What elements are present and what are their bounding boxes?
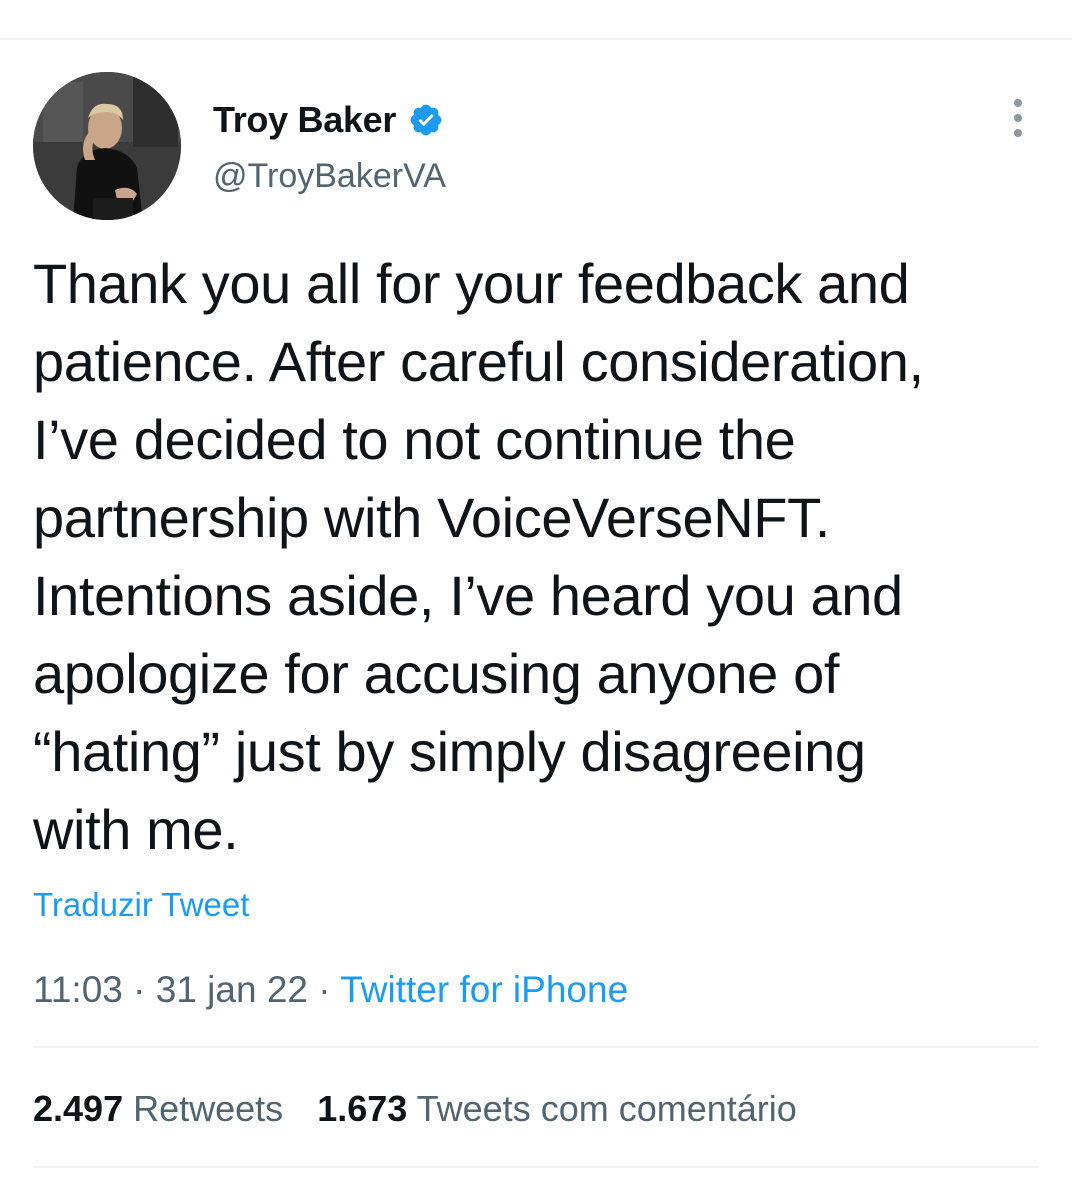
more-options-button[interactable]: [998, 96, 1038, 140]
top-divider: [0, 38, 1072, 40]
quote-tweets-count: 1.673: [317, 1088, 408, 1129]
more-dot: [1014, 114, 1022, 122]
tweet-time[interactable]: 11:03: [33, 969, 123, 1010]
author-handle[interactable]: @TroyBakerVA: [213, 157, 446, 196]
tweet-detail-page: Troy Baker @TroyBakerVA Thank you all fo…: [0, 0, 1072, 1200]
tweet-stats: 2.497 Retweets 1.673 Tweets com comentár…: [33, 1088, 797, 1130]
author-name-row: Troy Baker: [213, 98, 444, 142]
tweet-date[interactable]: 31 jan 22: [156, 969, 308, 1010]
translate-tweet-link[interactable]: Traduzir Tweet: [33, 886, 249, 924]
more-dot: [1014, 129, 1022, 137]
meta-separator: ·: [318, 969, 331, 1010]
divider: [33, 1046, 1039, 1048]
divider: [33, 1166, 1039, 1168]
retweets-stat[interactable]: 2.497 Retweets: [33, 1088, 283, 1130]
meta-separator: ·: [133, 969, 146, 1010]
tweet-metadata: 11:03 · 31 jan 22 · Twitter for iPhone: [33, 969, 628, 1011]
tweet-source-link[interactable]: Twitter for iPhone: [340, 969, 628, 1010]
tweet-text: Thank you all for your feedback and pati…: [33, 252, 924, 861]
retweets-count: 2.497: [33, 1088, 124, 1129]
avatar-photo: [33, 72, 181, 220]
retweets-label: Retweets: [133, 1088, 284, 1129]
quote-tweets-stat[interactable]: 1.673 Tweets com comentário: [317, 1088, 797, 1130]
more-vertical-icon: [1014, 99, 1022, 107]
author-display-name[interactable]: Troy Baker: [213, 99, 396, 141]
avatar[interactable]: [33, 72, 181, 220]
verified-badge-icon: [408, 102, 444, 138]
quote-tweets-label: Tweets com comentário: [416, 1088, 797, 1129]
